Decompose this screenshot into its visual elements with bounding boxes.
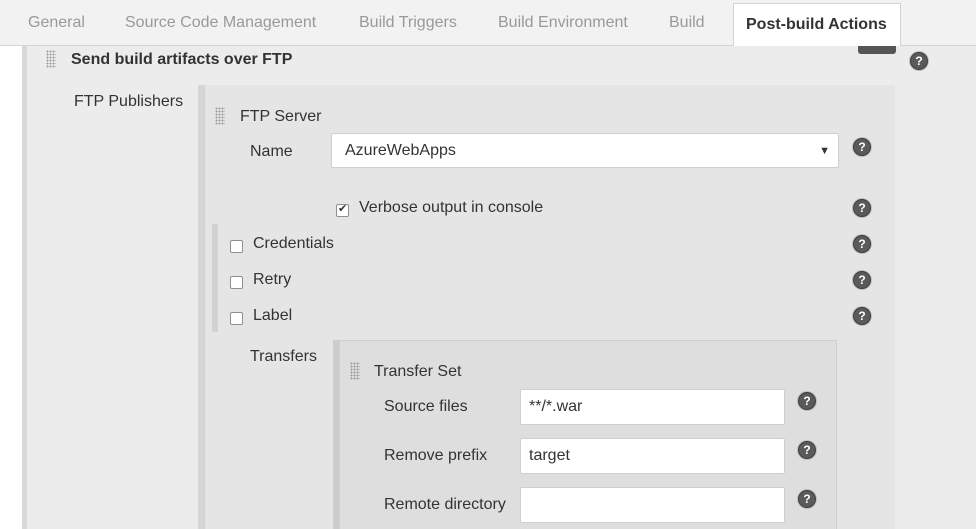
retry-checkbox[interactable] [230, 276, 243, 289]
ftp-publishers-label: FTP Publishers [74, 93, 184, 110]
drag-handle-icon[interactable] [215, 107, 225, 125]
server-name-value: AzureWebApps [345, 142, 456, 159]
label-checkbox[interactable] [230, 312, 243, 325]
section-title: Send build artifacts over FTP [71, 51, 293, 68]
options-group-bar [212, 224, 218, 332]
help-icon[interactable]: ? [798, 490, 816, 508]
remote-directory-label: Remote directory [384, 496, 506, 513]
tab-post-build-actions[interactable]: Post-build Actions [733, 3, 901, 46]
help-icon[interactable]: ? [853, 271, 871, 289]
verbose-output-checkbox[interactable] [336, 202, 349, 217]
tab-build-triggers[interactable]: Build Triggers [359, 14, 457, 32]
help-icon[interactable]: ? [798, 441, 816, 459]
remove-prefix-label: Remove prefix [384, 447, 488, 464]
help-icon[interactable]: ? [798, 392, 816, 410]
tab-build-environment[interactable]: Build Environment [498, 14, 628, 32]
remote-directory-input[interactable] [520, 487, 785, 523]
help-icon[interactable]: ? [853, 307, 871, 325]
drag-handle-icon[interactable] [350, 362, 360, 380]
caret-down-icon: ▼ [819, 145, 830, 157]
credentials-checkbox[interactable] [230, 240, 243, 253]
tab-build[interactable]: Build [669, 14, 705, 32]
credentials-label: Credentials [253, 235, 334, 252]
server-name-select[interactable]: AzureWebApps ▼ [331, 133, 839, 168]
drag-handle-icon[interactable] [46, 50, 56, 68]
help-icon[interactable]: ? [853, 199, 871, 217]
label-option-label: Label [253, 307, 293, 324]
source-files-input[interactable] [520, 389, 785, 425]
name-label: Name [250, 143, 293, 160]
help-icon[interactable]: ? [853, 138, 871, 156]
delete-step-tab[interactable] [858, 46, 896, 54]
tab-general[interactable]: General [28, 14, 85, 32]
transfer-set-title: Transfer Set [374, 363, 462, 380]
remove-prefix-input[interactable] [520, 438, 785, 474]
ftp-server-title: FTP Server [240, 108, 322, 125]
verbose-output-label: Verbose output in console [359, 199, 544, 216]
source-files-label: Source files [384, 398, 468, 415]
section-side-bar [22, 46, 27, 529]
transfers-label: Transfers [250, 348, 317, 365]
help-icon[interactable]: ? [853, 235, 871, 253]
retry-label: Retry [253, 271, 292, 288]
help-icon[interactable]: ? [910, 52, 928, 70]
tab-source-code-management[interactable]: Source Code Management [125, 14, 316, 32]
